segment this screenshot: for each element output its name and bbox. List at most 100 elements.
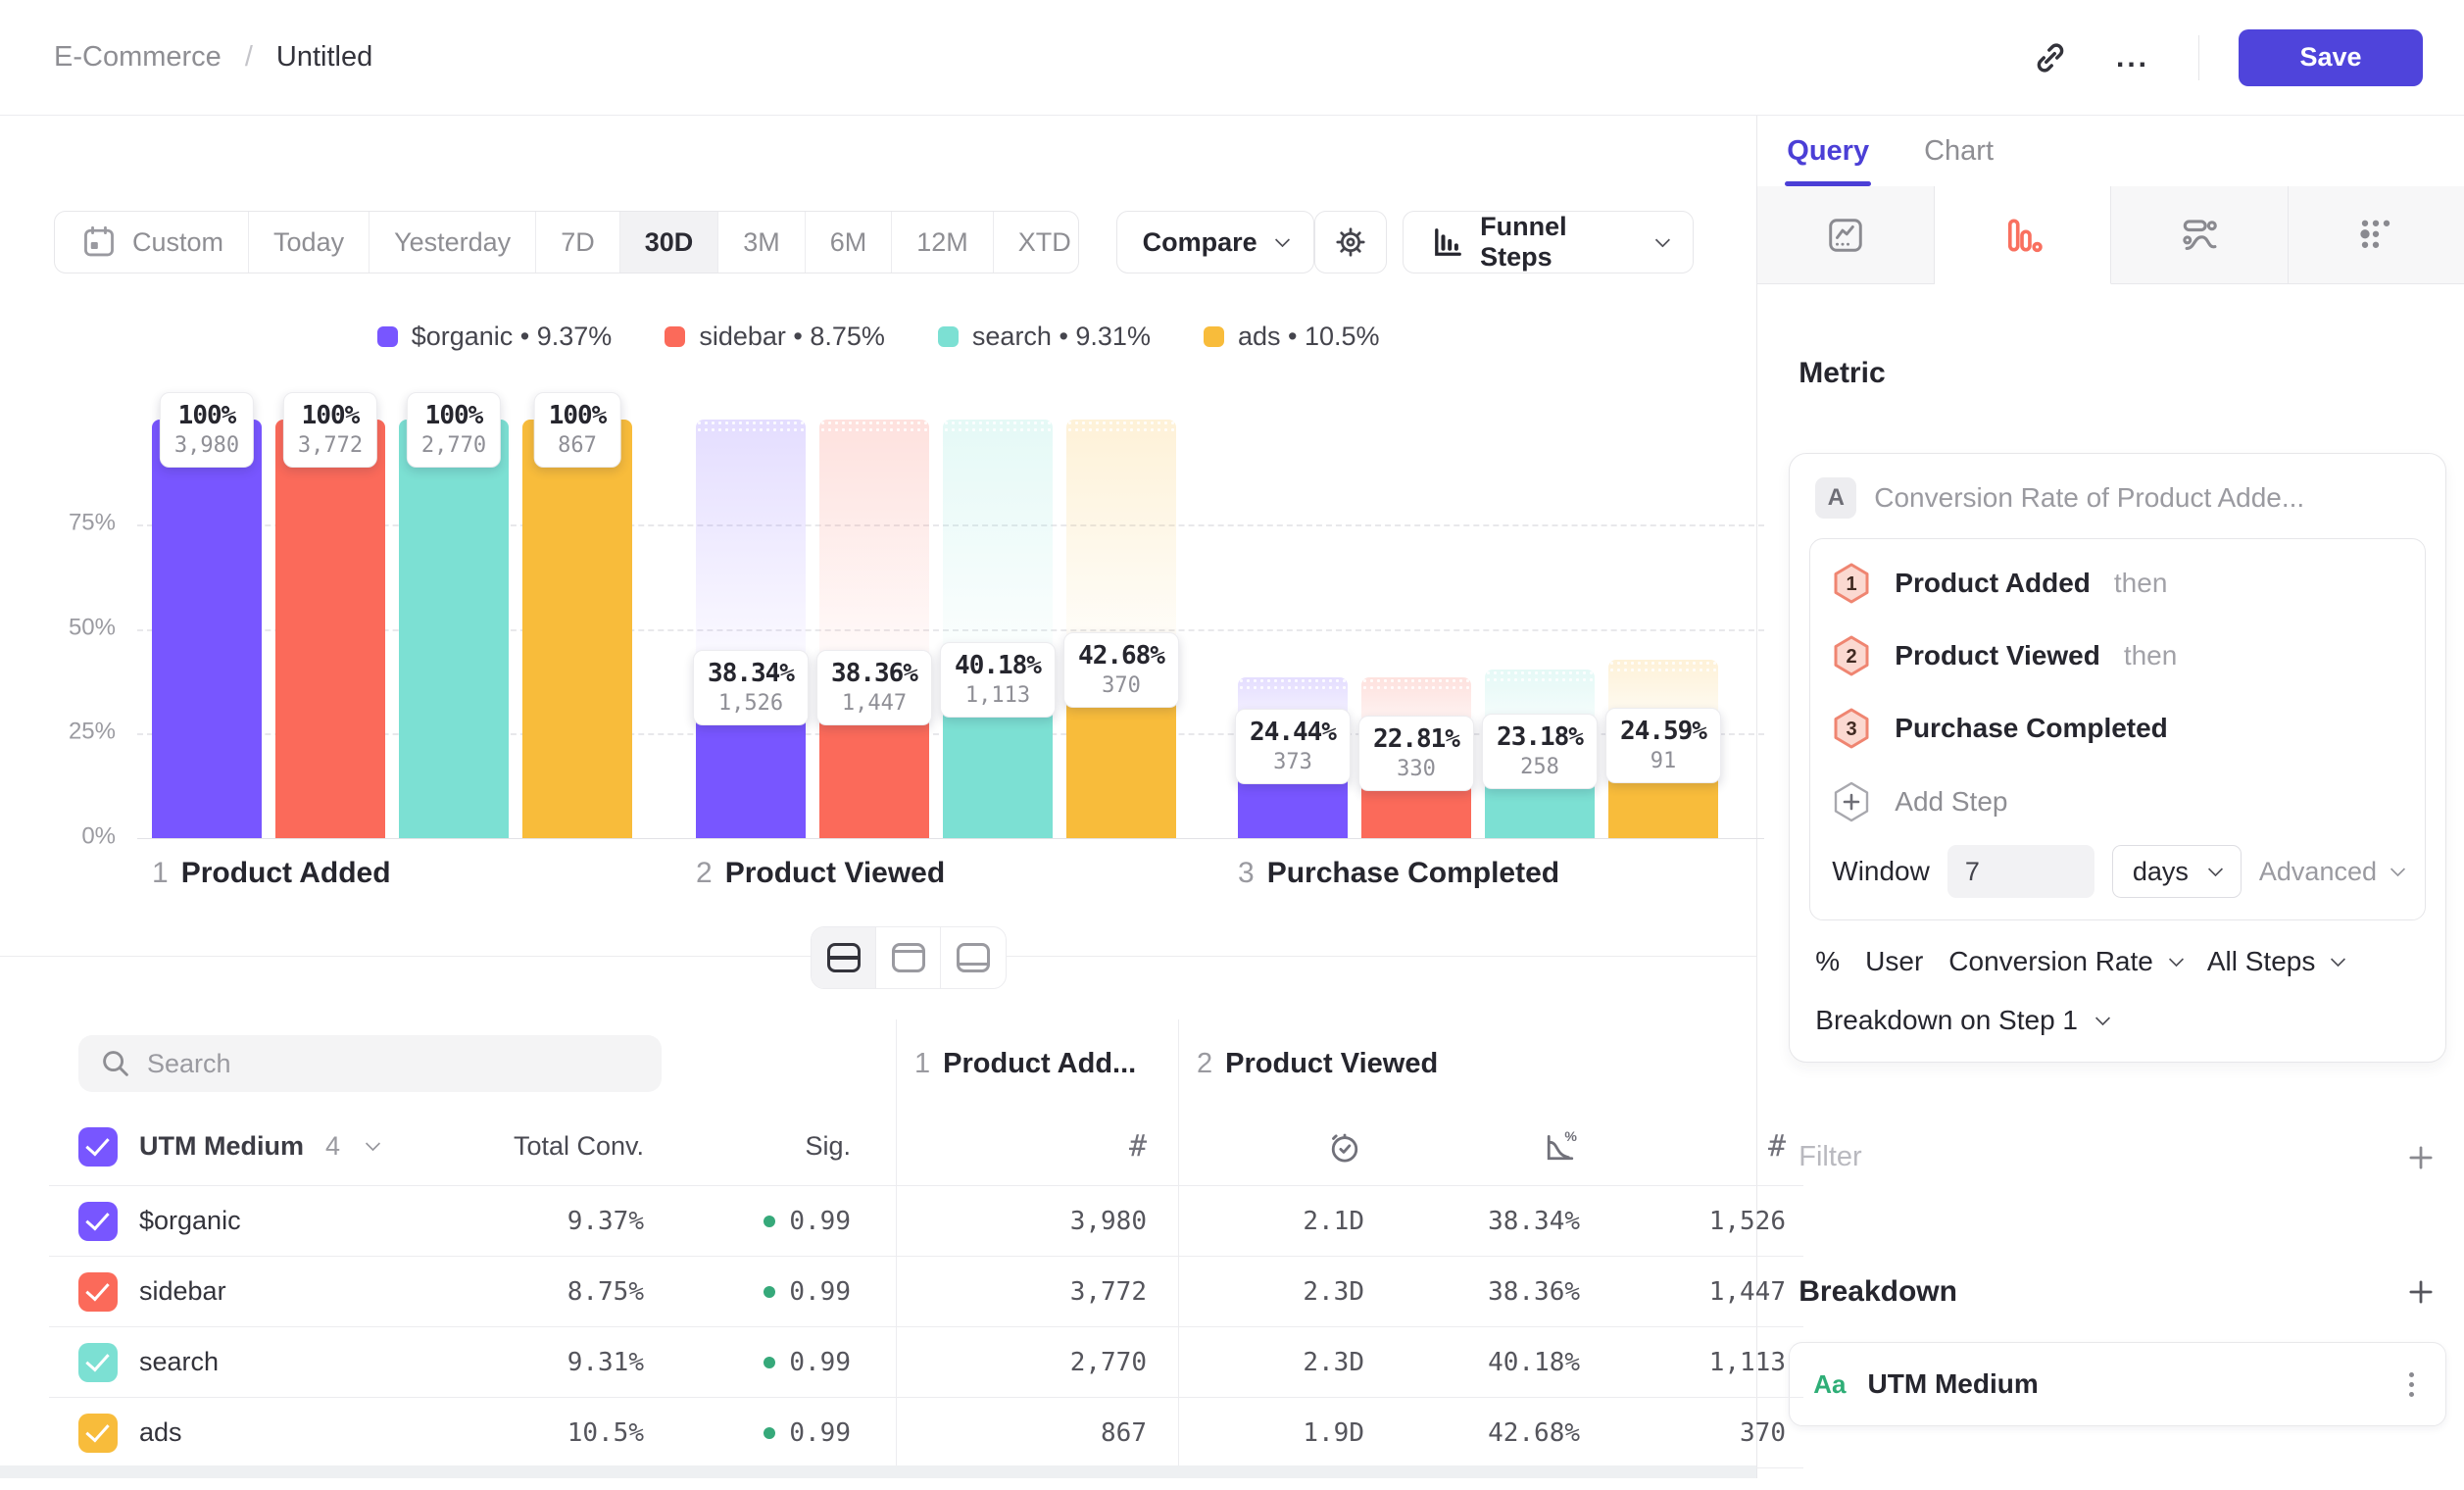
measure-scope-select[interactable]: All Steps [2207, 946, 2344, 977]
percent-value: 24.44% [1250, 717, 1336, 749]
row-checkbox[interactable] [78, 1272, 118, 1312]
window-unit-select[interactable]: days [2112, 845, 2242, 898]
link-icon [2029, 36, 2072, 79]
add-breakdown-button[interactable] [2405, 1276, 2437, 1308]
string-property-icon: Aa [1813, 1369, 1846, 1400]
count-value: 258 [1497, 754, 1583, 780]
window-value-input[interactable] [1947, 845, 2094, 898]
measure-entity[interactable]: User [1865, 946, 1923, 977]
value-label-search-step1: 100%2,770 [407, 392, 501, 468]
total-conv-header[interactable]: Total Conv. [470, 1108, 662, 1185]
breadcrumb-parent[interactable]: E-Commerce [54, 41, 222, 74]
bar-organic-step1[interactable] [152, 420, 262, 838]
breadcrumb-current[interactable]: Untitled [276, 41, 372, 74]
tab-funnels[interactable] [1935, 186, 2111, 284]
more-menu-button[interactable]: ... [2106, 31, 2159, 84]
value-label-sidebar-step1: 100%3,772 [283, 392, 377, 468]
funnel-step-2[interactable]: 2Product Viewedthen [1832, 620, 2403, 692]
bar-ads-step1[interactable] [522, 420, 632, 838]
step2-count-header[interactable]: # [1598, 1108, 1803, 1185]
sig-cell: 0.99 [662, 1327, 896, 1397]
y-axis-tick: 75% [51, 509, 116, 536]
layout-chart-button[interactable] [876, 927, 941, 988]
sig-header[interactable]: Sig. [662, 1108, 896, 1185]
step1-count-cell: 2,770 [896, 1327, 1178, 1397]
value-label-ads-step1: 100%867 [534, 392, 621, 468]
tab-query[interactable]: Query [1787, 116, 1869, 186]
breakdown-header-label: UTM Medium [139, 1131, 304, 1162]
metric-title-row[interactable]: A Conversion Rate of Product Adde... [1809, 473, 2426, 538]
step-hexagon-badge: 1 [1832, 562, 1871, 605]
bottom-scroll-strip[interactable] [0, 1465, 1756, 1478]
percent-value: 100% [421, 400, 486, 432]
value-label-organic-step2: 38.34%1,526 [693, 650, 809, 725]
funnel-steps-card: 1Product Addedthen2Product Viewedthen3Pu… [1809, 538, 2426, 920]
measure-prefix[interactable]: % [1815, 946, 1840, 977]
row-checkbox[interactable] [78, 1202, 118, 1241]
step-name: Product Add... [943, 1048, 1136, 1080]
step-hexagon-badge: 2 [1832, 634, 1871, 677]
tab-flows[interactable] [2111, 186, 2288, 284]
step-hexagon-badge: 3 [1832, 707, 1871, 750]
measure-metric-select[interactable]: Conversion Rate [1948, 946, 2182, 977]
funnel-step-1[interactable]: 1Product Addedthen [1832, 547, 2403, 620]
breakdown-heading: Breakdown [1799, 1275, 1957, 1309]
step-then-label: then [2114, 568, 2168, 599]
layout-table-button[interactable] [941, 927, 1006, 988]
row-checkbox[interactable] [78, 1343, 118, 1382]
top-header: E-Commerce / Untitled ... Save [0, 0, 2464, 116]
count-value: 3,772 [298, 432, 363, 459]
search-box[interactable] [78, 1035, 662, 1092]
step2-time-cell: 2.3D [1178, 1257, 1382, 1326]
tab-insights[interactable] [1757, 186, 1934, 284]
breakdown-section: Breakdown [1789, 1275, 2446, 1309]
count-value: 373 [1250, 749, 1336, 775]
advanced-toggle[interactable]: Advanced [2259, 857, 2403, 887]
step2-rate-header[interactable]: % [1382, 1108, 1598, 1185]
step1-count-cell: 867 [896, 1398, 1178, 1467]
copy-link-button[interactable] [2024, 31, 2077, 84]
breakdown-item-utm-medium[interactable]: AaUTM Medium [1789, 1342, 2446, 1426]
hash-icon: # [1129, 1129, 1147, 1164]
row-name: $organic [139, 1206, 241, 1236]
save-button[interactable]: Save [2239, 29, 2423, 86]
filter-section: Filter [1789, 1141, 2446, 1173]
window-label: Window [1832, 856, 1930, 887]
bar-sidebar-step1[interactable] [275, 420, 385, 838]
row-checkbox[interactable] [78, 1414, 118, 1453]
significance-dot [764, 1286, 775, 1298]
bar-search-step1[interactable] [399, 420, 509, 838]
measure-scope-label: All Steps [2207, 946, 2316, 977]
step-axis-label-1: 1Product Added [152, 857, 391, 890]
retention-icon [2354, 214, 2397, 257]
row-label-cell: ads [49, 1398, 470, 1467]
report-canvas: CustomTodayYesterday7D30D3M6M12MXTD Comp… [0, 116, 1757, 1478]
breakdown-on-select[interactable]: Breakdown on Step 1 [1815, 1005, 2420, 1036]
tab-retention[interactable] [2289, 186, 2464, 284]
significance-dot [764, 1216, 775, 1227]
select-all-checkbox[interactable] [78, 1127, 118, 1167]
tab-chart[interactable]: Chart [1924, 116, 1994, 186]
hash-icon: # [1768, 1129, 1786, 1164]
search-input[interactable] [147, 1049, 642, 1079]
steps-list: 1Product Addedthen2Product Viewedthen3Pu… [1832, 547, 2403, 765]
row-name: ads [139, 1417, 182, 1448]
layout-toggle [811, 926, 1007, 989]
sig-cell: 0.99 [662, 1186, 896, 1256]
step-name: Purchase Completed [1267, 857, 1559, 890]
metric-card: A Conversion Rate of Product Adde... 1Pr… [1789, 453, 2446, 1063]
group-header-step1[interactable]: 1 Product Add... [896, 1019, 1178, 1108]
step1-count-header[interactable]: # [896, 1108, 1178, 1185]
y-axis-tick: 25% [51, 719, 116, 746]
step2-rate-cell: 38.36% [1382, 1257, 1598, 1326]
add-step-button[interactable]: Add Step [1832, 765, 2403, 829]
step-number: 1 [914, 1048, 930, 1080]
add-filter-button[interactable] [2405, 1142, 2437, 1173]
step2-time-header[interactable] [1178, 1108, 1382, 1185]
kebab-menu-icon[interactable] [2401, 1365, 2422, 1405]
group-header-step2[interactable]: 2 Product Viewed [1178, 1019, 1803, 1108]
layout-split-button[interactable] [812, 927, 876, 988]
breakdown-header-cell[interactable]: UTM Medium 4 [49, 1108, 470, 1185]
bottom-panel-icon [957, 943, 990, 972]
funnel-step-3[interactable]: 3Purchase Completed [1832, 692, 2403, 765]
